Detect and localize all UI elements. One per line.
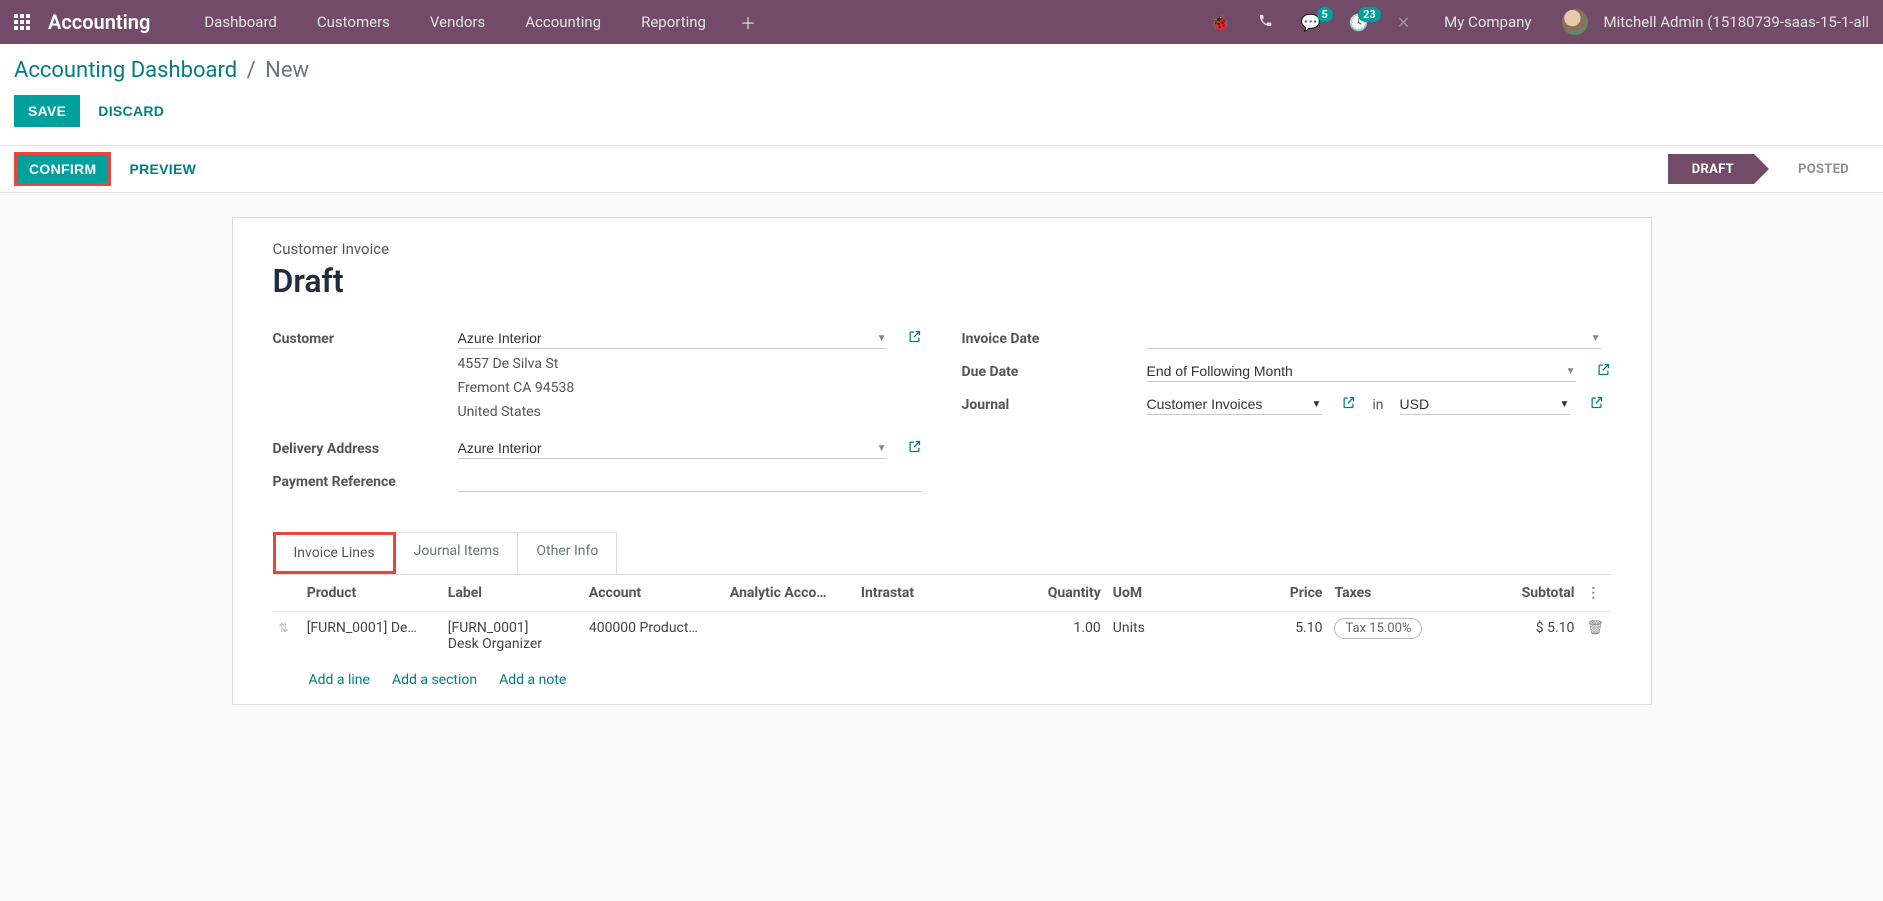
col-price[interactable]: Price — [1228, 575, 1329, 612]
cell-analytic[interactable] — [724, 612, 855, 661]
conversations-icon[interactable]: 💬5 — [1291, 13, 1331, 32]
nav-accounting[interactable]: Accounting — [509, 13, 617, 31]
app-title[interactable]: Accounting — [48, 10, 150, 34]
save-button[interactable]: SAVE — [14, 95, 80, 127]
cell-product[interactable]: [FURN_0001] De… — [301, 612, 442, 661]
col-quantity[interactable]: Quantity — [1026, 575, 1107, 612]
external-link-icon[interactable] — [907, 439, 922, 458]
label-delivery-address: Delivery Address — [273, 438, 458, 457]
col-label[interactable]: Label — [442, 575, 583, 612]
form-title-label: Customer Invoice — [273, 240, 1611, 258]
trash-icon[interactable]: 🗑 — [1586, 620, 1604, 636]
tab-invoice-lines[interactable]: Invoice Lines — [273, 532, 396, 574]
tabs: Invoice Lines Journal Items Other Info — [273, 532, 1611, 574]
form-sheet: Customer Invoice Draft Customer ▼ 4557 D… — [232, 217, 1652, 705]
cell-account[interactable]: 400000 Product… — [583, 612, 724, 661]
customer-address: 4557 De Silva St Fremont CA 94538 United… — [458, 353, 922, 424]
tab-journal-items[interactable]: Journal Items — [395, 532, 519, 574]
nav-vendors[interactable]: Vendors — [414, 13, 501, 31]
messages-badge: 5 — [1317, 7, 1333, 22]
confirm-button[interactable]: CONFIRM — [14, 152, 111, 186]
currency-field[interactable] — [1400, 394, 1570, 415]
journal-field[interactable] — [1147, 394, 1322, 415]
invoice-lines-table: Product Label Account Analytic Acco… Int… — [273, 575, 1611, 660]
tools-icon[interactable]: ✕ — [1387, 13, 1420, 32]
customer-field[interactable] — [458, 328, 887, 349]
col-taxes[interactable]: Taxes — [1328, 575, 1459, 612]
control-panel: Accounting Dashboard / New SAVE DISCARD — [0, 44, 1883, 145]
delivery-address-field[interactable] — [458, 438, 887, 459]
cell-taxes[interactable]: Tax 15.00% — [1328, 612, 1459, 661]
top-navbar: Accounting Dashboard Customers Vendors A… — [0, 0, 1883, 44]
status-bar: CONFIRM PREVIEW DRAFT POSTED — [0, 145, 1883, 193]
external-link-icon[interactable] — [1596, 362, 1611, 381]
add-note-link[interactable]: Add a note — [499, 672, 566, 688]
add-section-link[interactable]: Add a section — [392, 672, 477, 688]
payment-reference-field[interactable] — [458, 471, 922, 492]
cell-quantity[interactable]: 1.00 — [1026, 612, 1107, 661]
label-customer: Customer — [273, 328, 458, 347]
breadcrumb-current: New — [265, 58, 309, 83]
cell-intrastat[interactable] — [855, 612, 1026, 661]
user-menu[interactable]: Mitchell Admin (15180739-saas-15-1-all — [1596, 13, 1870, 31]
col-intrastat[interactable]: Intrastat — [855, 575, 1026, 612]
col-product[interactable]: Product — [301, 575, 442, 612]
preview-button[interactable]: PREVIEW — [129, 161, 196, 177]
label-payment-reference: Payment Reference — [273, 471, 458, 490]
invoice-date-field[interactable] — [1147, 328, 1601, 349]
col-account[interactable]: Account — [583, 575, 724, 612]
breadcrumb-root[interactable]: Accounting Dashboard — [14, 58, 237, 83]
drag-handle-icon[interactable]: ⇅ — [279, 621, 289, 635]
chevron-down-icon[interactable]: ▼ — [1560, 399, 1570, 410]
status-posted[interactable]: POSTED — [1774, 154, 1869, 184]
nav-reporting[interactable]: Reporting — [625, 13, 722, 31]
kebab-icon[interactable]: ⋮ — [1586, 585, 1600, 601]
nav-customers[interactable]: Customers — [301, 13, 406, 31]
col-analytic[interactable]: Analytic Acco… — [724, 575, 855, 612]
tab-other-info[interactable]: Other Info — [517, 532, 617, 574]
activities-icon[interactable]: 🕓23 — [1339, 13, 1379, 32]
label-in: in — [1372, 397, 1383, 413]
chevron-down-icon[interactable]: ▼ — [1566, 366, 1576, 377]
breadcrumb-sep: / — [247, 58, 256, 83]
activities-badge: 23 — [1358, 7, 1381, 22]
form-title: Draft — [273, 262, 1611, 300]
external-link-icon[interactable] — [907, 329, 922, 348]
status-draft[interactable]: DRAFT — [1668, 154, 1754, 184]
table-row[interactable]: ⇅ [FURN_0001] De… [FURN_0001]Desk Organi… — [273, 612, 1611, 661]
col-uom[interactable]: UoM — [1107, 575, 1228, 612]
plus-icon[interactable]: ＋ — [730, 10, 766, 34]
chevron-down-icon[interactable]: ▼ — [877, 333, 887, 344]
bug-icon[interactable]: 🐞 — [1200, 13, 1240, 32]
cell-uom[interactable]: Units — [1107, 612, 1228, 661]
apps-icon[interactable] — [14, 14, 30, 30]
chevron-down-icon[interactable]: ▼ — [877, 443, 887, 454]
external-link-icon[interactable] — [1589, 395, 1604, 414]
external-link-icon[interactable] — [1341, 395, 1356, 414]
chevron-down-icon[interactable]: ▼ — [1591, 333, 1601, 344]
nav-dashboard[interactable]: Dashboard — [188, 13, 293, 31]
company-switcher[interactable]: My Company — [1428, 13, 1547, 31]
label-invoice-date: Invoice Date — [962, 328, 1147, 347]
chevron-down-icon[interactable]: ▼ — [1312, 399, 1322, 410]
phone-icon[interactable] — [1248, 13, 1283, 32]
label-journal: Journal — [962, 394, 1147, 413]
label-due-date: Due Date — [962, 361, 1147, 380]
add-line-link[interactable]: Add a line — [309, 672, 370, 688]
col-subtotal[interactable]: Subtotal — [1459, 575, 1580, 612]
breadcrumb: Accounting Dashboard / New — [14, 58, 1869, 83]
cell-label[interactable]: [FURN_0001]Desk Organizer — [442, 612, 583, 661]
discard-button[interactable]: DISCARD — [98, 103, 164, 119]
cell-price[interactable]: 5.10 — [1228, 612, 1329, 661]
avatar[interactable] — [1562, 9, 1588, 35]
due-date-field[interactable] — [1147, 361, 1576, 382]
cell-subtotal: $ 5.10 — [1459, 612, 1580, 661]
